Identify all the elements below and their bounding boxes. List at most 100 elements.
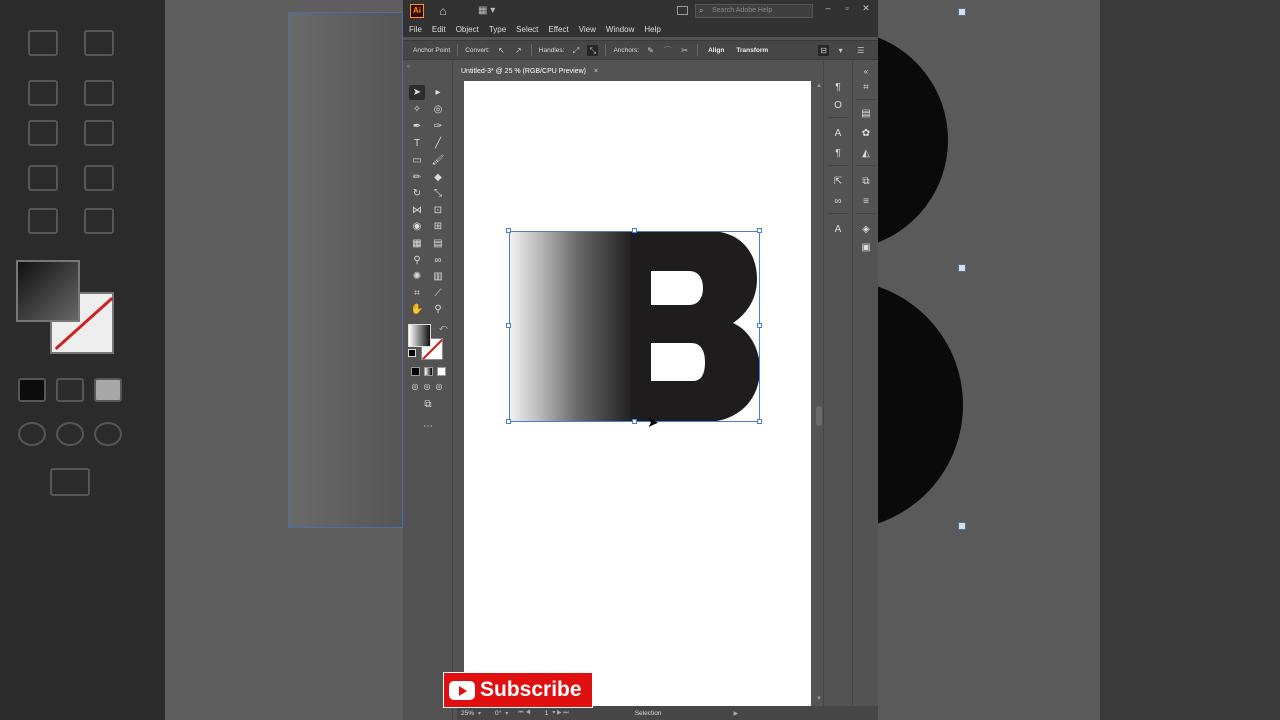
home-icon[interactable]: ⌂ xyxy=(436,4,450,18)
eyedropper-tool-icon[interactable]: ⚲ xyxy=(409,253,425,268)
paragraph-icon[interactable]: ¶ xyxy=(831,81,845,95)
menu-view[interactable]: View xyxy=(574,25,601,34)
close-tab-icon[interactable]: × xyxy=(594,68,598,75)
pencil-tool-icon[interactable]: ✏ xyxy=(409,170,425,185)
links-icon[interactable]: ∞ xyxy=(831,195,845,209)
direct-selection-tool-icon[interactable]: ▸ xyxy=(430,85,446,100)
rotation-dropdown-icon[interactable]: ▾ xyxy=(505,710,508,717)
shape-builder-icon[interactable]: ◉ xyxy=(409,219,425,234)
rotation-field[interactable]: 0° xyxy=(491,710,505,717)
align-button[interactable]: Align xyxy=(702,47,730,54)
minimize-button[interactable]: – xyxy=(821,3,835,13)
maximize-button[interactable]: ▫ xyxy=(840,3,854,13)
paragraph-styles-icon[interactable]: ¶ xyxy=(831,147,845,161)
menu-help[interactable]: Help xyxy=(639,25,665,34)
zoom-dropdown-icon[interactable]: ▾ xyxy=(478,710,481,717)
free-transform-icon[interactable]: ⊡ xyxy=(430,203,446,218)
perspective-grid-icon[interactable]: ⊞ xyxy=(430,219,446,234)
convert-smooth-icon[interactable]: ↗ xyxy=(513,45,524,56)
fill-gradient-swatch[interactable] xyxy=(408,324,431,347)
swatches-icon[interactable]: ▤ xyxy=(859,107,873,121)
zoom-field[interactable]: 25% xyxy=(457,710,478,717)
status-arrow-icon[interactable]: ▶ xyxy=(733,710,738,717)
handle-middle-left[interactable] xyxy=(506,323,511,328)
pathfinder-icon[interactable]: ⧉ xyxy=(859,175,873,189)
eraser-tool-icon[interactable]: ◆ xyxy=(430,170,446,185)
artboard-number-field[interactable]: 1 xyxy=(541,710,553,717)
menu-edit[interactable]: Edit xyxy=(427,25,451,34)
isolate-icon[interactable]: ⊟ xyxy=(818,44,830,56)
hide-handles-icon[interactable]: ⤡ xyxy=(587,44,599,56)
swap-fill-stroke-icon[interactable]: ⤺ xyxy=(439,323,448,333)
width-tool-icon[interactable]: ⋈ xyxy=(409,203,425,218)
magic-wand-icon[interactable]: ✧ xyxy=(409,102,425,117)
menu-type[interactable]: Type xyxy=(484,25,511,34)
blend-tool-icon[interactable]: ∞ xyxy=(430,253,446,268)
scale-tool-icon[interactable]: ⤡ xyxy=(430,186,446,201)
rectangle-tool-icon[interactable]: ▭ xyxy=(409,153,425,168)
handle-top-right[interactable] xyxy=(757,228,762,233)
layers-icon[interactable]: ◈ xyxy=(859,223,873,237)
line-tool-icon[interactable]: ╱ xyxy=(430,136,446,151)
convert-corner-icon[interactable]: ↖ xyxy=(496,45,507,56)
export-icon[interactable]: ⇱ xyxy=(831,175,845,189)
first-artboard-icon[interactable]: ⏮ ◀ xyxy=(518,710,530,717)
curvature-tool-icon[interactable]: ✑ xyxy=(430,119,446,134)
document-tab[interactable]: Untitled-3* @ 25 % (RGB/CPU Preview) × xyxy=(457,63,603,81)
menu-file[interactable]: File xyxy=(403,25,427,34)
scrollbar-thumb[interactable] xyxy=(816,406,822,426)
hand-tool-icon[interactable]: ✋ xyxy=(409,302,425,317)
control-menu-icon[interactable]: ☰ xyxy=(855,45,866,56)
panel-toggle-icon[interactable] xyxy=(677,6,688,15)
menu-select[interactable]: Select xyxy=(511,25,543,34)
cut-path-icon[interactable]: ✂ xyxy=(679,45,690,56)
character-styles-icon[interactable]: A xyxy=(831,127,845,141)
close-window-button[interactable]: ✕ xyxy=(859,3,873,14)
default-colors-icon[interactable] xyxy=(408,349,416,357)
type-tool-icon[interactable]: T xyxy=(409,136,425,151)
handle-bottom-center[interactable] xyxy=(632,419,637,424)
none-mode-icon[interactable] xyxy=(437,367,446,376)
vertical-scrollbar[interactable]: ▲ ▼ xyxy=(815,81,823,706)
menu-effect[interactable]: Effect xyxy=(543,25,573,34)
zoom-tool-icon[interactable]: ⚲ xyxy=(430,302,446,317)
show-handles-icon[interactable]: ⤢ xyxy=(570,45,581,56)
transform-panel-icon[interactable]: ⌗ xyxy=(859,81,873,95)
paintbrush-tool-icon[interactable]: 🖌 xyxy=(430,153,446,168)
more-tools-icon[interactable]: ⋯ xyxy=(420,419,436,434)
slice-tool-icon[interactable]: ⟋ xyxy=(430,286,446,301)
menu-window[interactable]: Window xyxy=(601,25,639,34)
artboard-dropdown-icon[interactable]: ▾ ▶ ⏭ xyxy=(552,709,568,717)
glyphs-icon[interactable]: A xyxy=(831,223,845,237)
color-mode-icon[interactable] xyxy=(411,367,420,376)
chevron-down-icon[interactable]: ▾ xyxy=(835,45,846,56)
gradient-mode-icon[interactable] xyxy=(424,367,433,376)
draw-inside-icon[interactable]: ◎ xyxy=(431,379,447,394)
transform-button[interactable]: Transform xyxy=(730,47,774,54)
gradient-tool-icon[interactable]: ▤ xyxy=(430,236,446,251)
artboard-tool-icon[interactable]: ⌗ xyxy=(409,286,425,301)
handle-bottom-right[interactable] xyxy=(757,419,762,424)
screen-mode-icon[interactable]: ⧉ xyxy=(420,397,436,412)
collapse-panels-icon[interactable]: « xyxy=(859,65,873,79)
symbol-sprayer-icon[interactable]: ✺ xyxy=(409,269,425,284)
workspace-switcher-icon[interactable]: ▦ ▾ xyxy=(478,5,495,16)
selection-tool-icon[interactable]: ➤ xyxy=(409,85,425,100)
brushes-icon[interactable]: ✿ xyxy=(859,127,873,141)
handle-top-center[interactable] xyxy=(632,228,637,233)
rotate-tool-icon[interactable]: ↻ xyxy=(409,186,425,201)
libraries-icon[interactable]: ▣ xyxy=(859,241,873,255)
align-panel-icon[interactable]: ≡ xyxy=(859,195,873,209)
collapse-icon[interactable]: « xyxy=(407,64,410,70)
color-guide-icon[interactable]: ◭ xyxy=(859,147,873,161)
connect-anchor-icon[interactable]: ⌒ xyxy=(662,45,673,56)
remove-anchor-icon[interactable]: ✎ xyxy=(645,45,656,56)
lasso-tool-icon[interactable]: ◎ xyxy=(430,102,446,117)
handle-top-left[interactable] xyxy=(506,228,511,233)
menu-object[interactable]: Object xyxy=(451,25,484,34)
opentype-icon[interactable]: O xyxy=(831,99,845,113)
handle-bottom-left[interactable] xyxy=(506,419,511,424)
help-search-input[interactable]: ⌕ Search Adobe Help xyxy=(695,4,813,18)
pen-tool-icon[interactable]: ✒ xyxy=(409,119,425,134)
subscribe-button[interactable]: Subscribe xyxy=(443,672,593,708)
